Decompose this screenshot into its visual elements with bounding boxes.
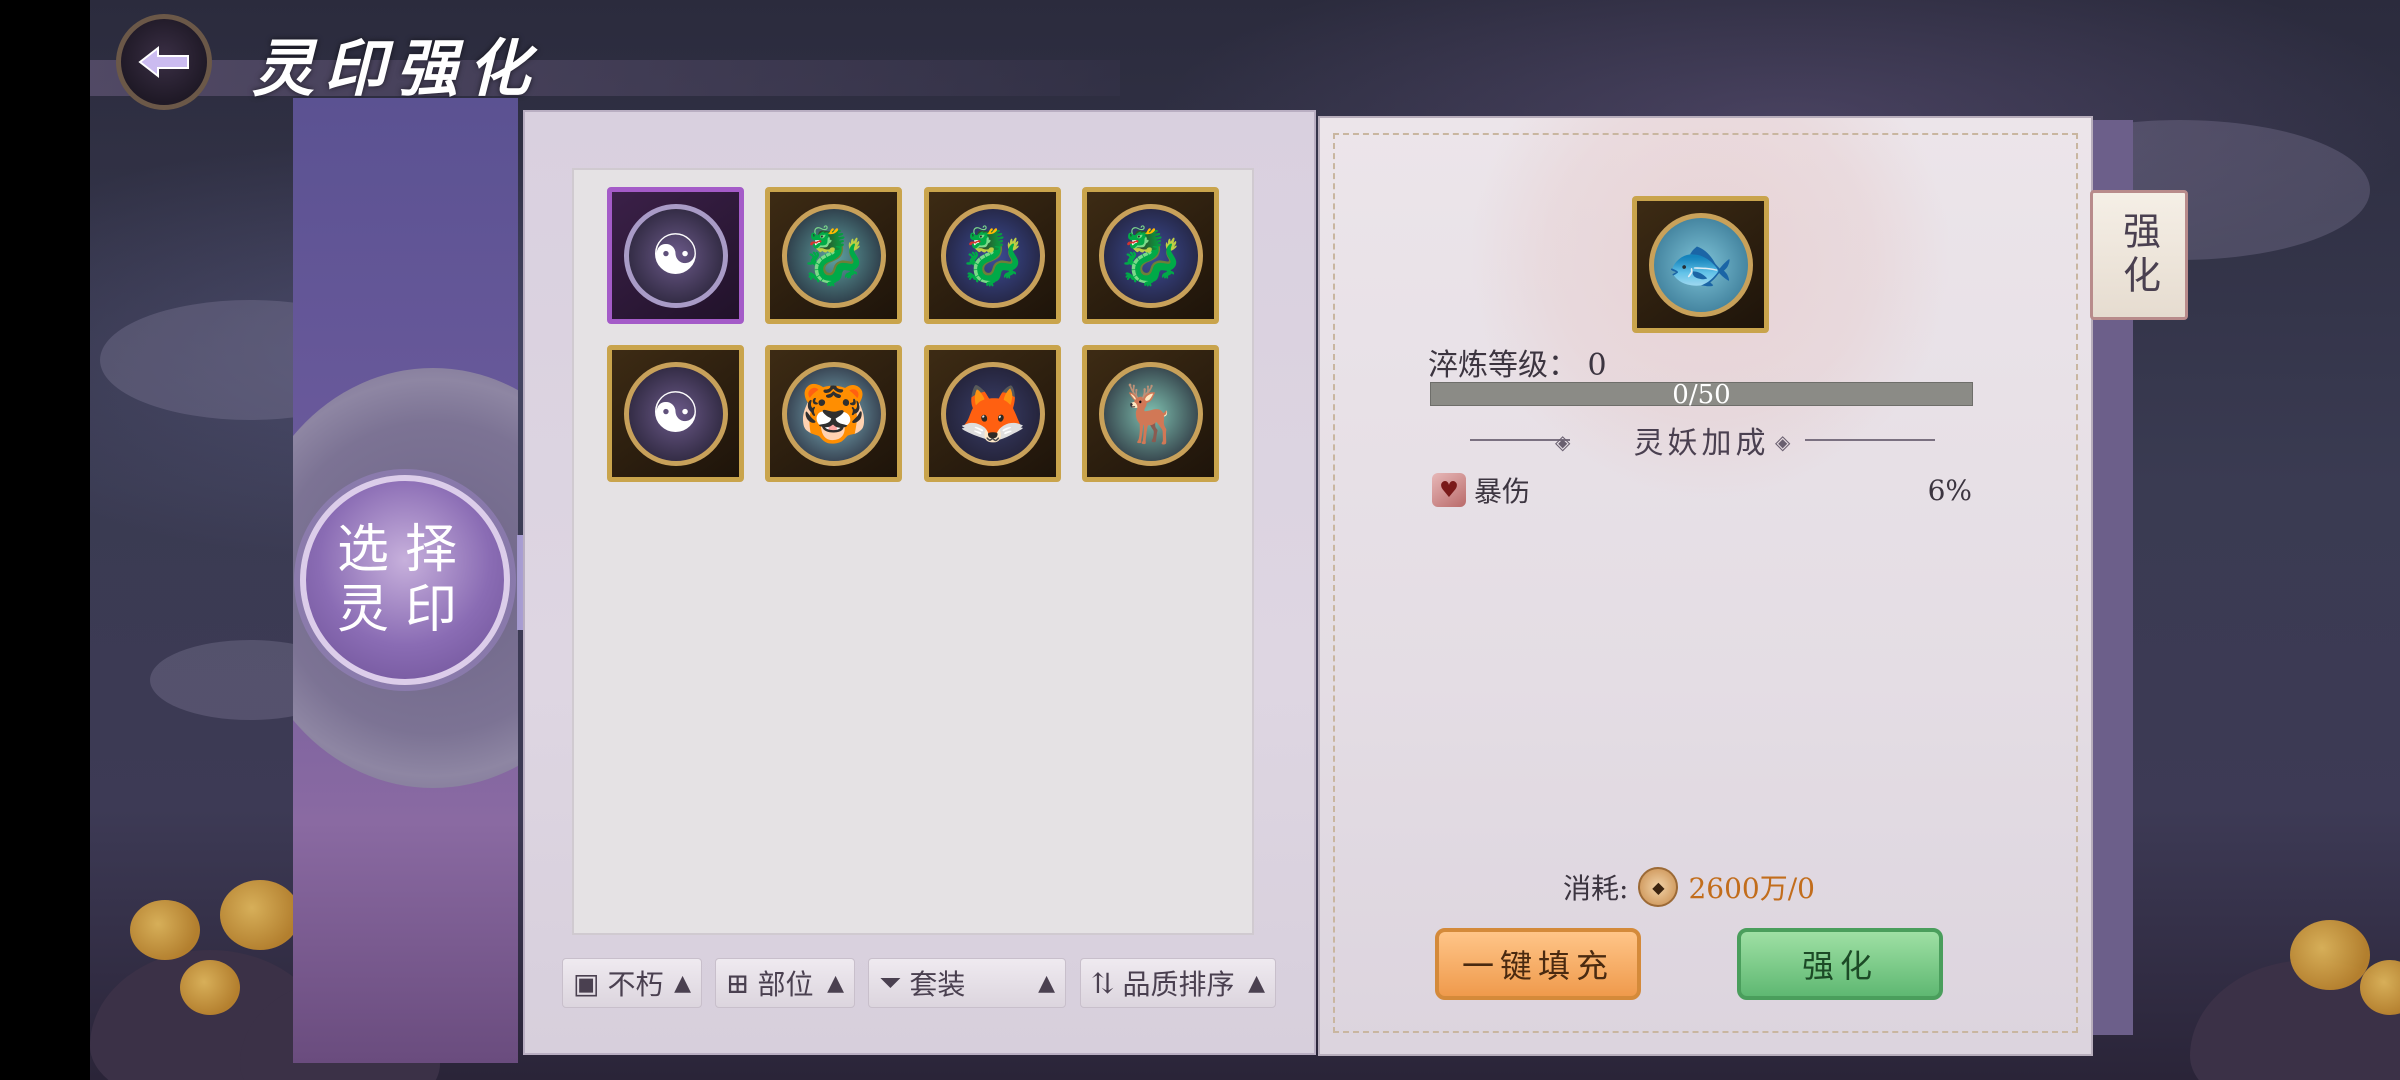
filter-slot-button[interactable]: ⊞ 部位 ▲ (715, 958, 855, 1008)
filter-immortal-button[interactable]: ▣ 不朽 ▲ (562, 958, 702, 1008)
crit-damage-icon: ♥ (1432, 473, 1466, 507)
sort-quality-label: 品质排序 (1122, 968, 1235, 1001)
copper-coin-icon: ◆ (1638, 867, 1679, 907)
filter-set-button[interactable]: ⏷ 套装 ▲ (868, 958, 1066, 1008)
inventory-slot[interactable]: 🐯 (765, 345, 902, 482)
sort-quality-button[interactable]: ⇅ 品质排序 ▲ (1080, 958, 1276, 1008)
refine-level-label: 淬炼等级： (1428, 348, 1578, 383)
cost-row: 消耗: ◆ 2600万/0 (1563, 862, 1815, 912)
filter-icon: ⏷ (879, 966, 902, 999)
select-label-line2: 灵印 (336, 580, 473, 640)
inventory-slot[interactable]: ☯ (607, 345, 744, 482)
section-header: ◈ 灵妖加成 ◈ (1430, 418, 1973, 462)
filter-set-label: 套装 (909, 968, 966, 1001)
spirit-seal-icon: ☯ (623, 361, 728, 466)
cost-label: 消耗: (1563, 872, 1629, 905)
back-button[interactable] (116, 14, 212, 110)
inventory-slot[interactable]: 🐉 (924, 187, 1061, 324)
caret-up-icon: ▲ (674, 970, 691, 996)
inventory-slot[interactable]: 🐉 (1082, 187, 1219, 324)
inventory-slot[interactable]: 🦌 (1082, 345, 1219, 482)
caret-up-icon: ▲ (1248, 970, 1265, 996)
select-label-line1: 选择 (336, 520, 473, 580)
page-title: 灵印强化 (252, 32, 541, 105)
filter-immortal-label: 不朽 (607, 968, 664, 1001)
grid-icon: ⊞ (726, 966, 750, 1000)
sort-icon: ⇅ (1091, 966, 1115, 1000)
inventory-slot[interactable]: ☯ (607, 187, 744, 324)
auto-fill-button[interactable]: 一键填充 (1435, 928, 1641, 1000)
tab-enhance[interactable]: 强化 (2090, 190, 2188, 320)
enhance-button[interactable]: 强化 (1737, 928, 1943, 1000)
back-arrow-icon (138, 45, 189, 79)
diamond-ornament-icon: ◈ (1555, 430, 1571, 454)
selected-seal-icon: 🐟 (1648, 212, 1753, 317)
select-seal-button[interactable]: 选择 灵印 (300, 475, 510, 685)
inventory-slot[interactable]: 🦊 (924, 345, 1061, 482)
refine-level: 淬炼等级： 0 (1428, 340, 1607, 384)
spirit-seal-icon: 🐉 (940, 203, 1045, 308)
caret-up-icon: ▲ (1038, 970, 1055, 996)
spirit-seal-icon: 🐉 (1098, 203, 1203, 308)
spirit-seal-icon: 🦌 (1098, 361, 1203, 466)
caret-up-icon: ▲ (827, 970, 844, 996)
spirit-seal-icon: 🐯 (781, 361, 886, 466)
selected-seal-slot[interactable]: 🐟 (1632, 196, 1769, 333)
filter-slot-label: 部位 (757, 968, 814, 1001)
inventory-slot[interactable]: 🐉 (765, 187, 902, 324)
stat-value: 6% (1927, 473, 1972, 507)
title-strip (90, 60, 1120, 96)
refine-progress-bar: 0/50 (1430, 380, 1973, 410)
spirit-seal-icon: 🦊 (940, 361, 1045, 466)
spirit-seal-icon: 🐉 (781, 203, 886, 308)
diamond-ornament-icon: ◈ (1775, 430, 1791, 454)
stat-name: 暴伤 (1474, 475, 1531, 508)
square-icon: ▣ (573, 966, 600, 1000)
refine-progress-text: 0/50 (1672, 380, 1731, 410)
stat-row: ♥ 暴伤 6% (1432, 470, 1972, 510)
cost-value: 2600万/0 (1688, 872, 1815, 905)
section-title: 灵妖加成 (1633, 426, 1770, 461)
spirit-seal-icon: ☯ (623, 203, 728, 308)
refine-level-value: 0 (1587, 348, 1607, 383)
